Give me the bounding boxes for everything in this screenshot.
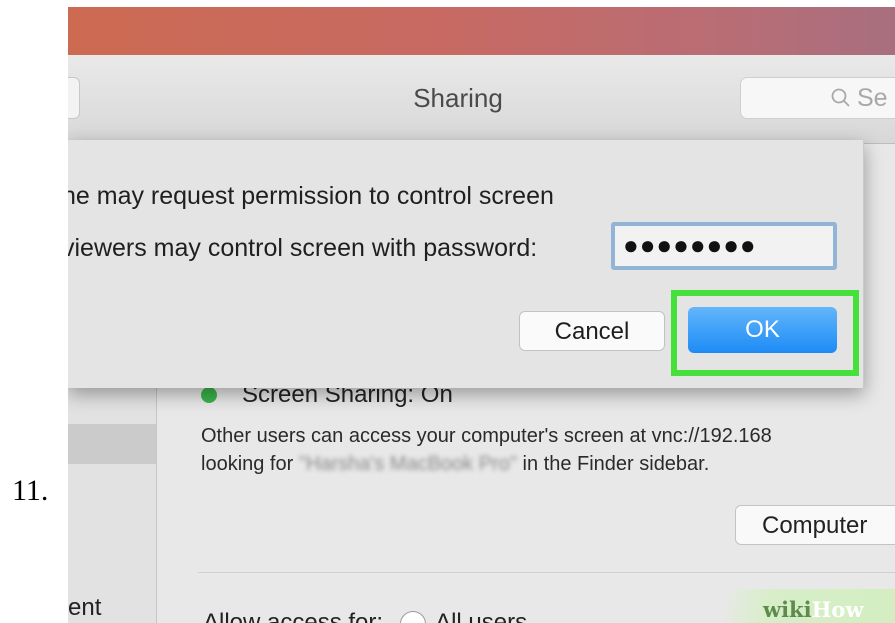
- wikihow-logo: wikiHow: [763, 597, 864, 622]
- request-permission-option[interactable]: ne may request permission to control scr…: [68, 182, 554, 211]
- step-number: 11.: [12, 474, 49, 507]
- allow-access-label: Allow access for:: [203, 609, 384, 623]
- desktop-background: [68, 7, 895, 55]
- screenshot: Sharing Se ent Screen Sharing: On Other …: [68, 7, 895, 623]
- blurred-computer-name: "Harsha's MacBook Pro": [298, 453, 517, 475]
- description-prefix: looking for: [201, 453, 294, 475]
- wikihow-logo-wiki: wiki: [763, 597, 812, 622]
- search-field[interactable]: Se: [740, 77, 895, 119]
- computer-settings-button[interactable]: Computer: [735, 505, 895, 545]
- cancel-button[interactable]: Cancel: [519, 311, 665, 351]
- sidebar-item-selected[interactable]: [68, 424, 156, 464]
- password-input[interactable]: ●●●●●●●●: [611, 222, 837, 270]
- password-dots: ●●●●●●●●: [623, 230, 757, 260]
- wikihow-logo-how: How: [811, 597, 864, 622]
- window-titlebar: Sharing Se: [68, 55, 895, 144]
- search-placeholder: Se: [857, 84, 888, 112]
- window-title: Sharing: [413, 83, 503, 113]
- all-users-label[interactable]: All users: [435, 609, 527, 623]
- wikihow-watermark: wikiHow: [723, 589, 895, 623]
- all-users-radio[interactable]: [399, 610, 426, 623]
- toolbar-nav-button[interactable]: [68, 77, 80, 119]
- section-divider: [198, 572, 895, 573]
- sharing-description-line2: looking for "Harsha's MacBook Pro" in th…: [201, 453, 709, 476]
- vnc-password-option[interactable]: viewers may control screen with password…: [68, 234, 537, 263]
- sharing-description-line1: Other users can access your computer's s…: [201, 425, 772, 447]
- ok-button[interactable]: OK: [688, 307, 837, 353]
- status-indicator-dot: [201, 387, 217, 403]
- description-suffix: in the Finder sidebar.: [522, 453, 710, 475]
- search-icon: [831, 88, 850, 107]
- password-dialog: ne may request permission to control scr…: [68, 140, 864, 388]
- allow-access-row: Allow access for: All users: [203, 609, 527, 623]
- sidebar-item-label[interactable]: ent: [68, 594, 101, 622]
